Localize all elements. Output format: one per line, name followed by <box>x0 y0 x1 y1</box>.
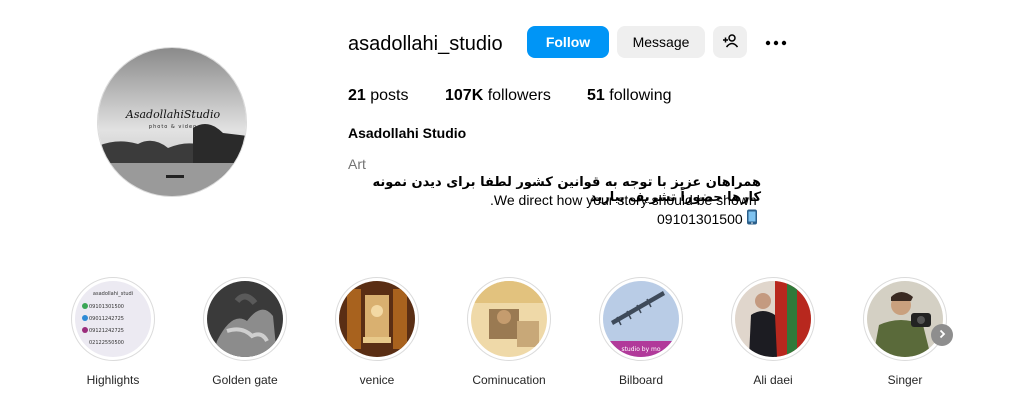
highlight-item[interactable]: venice <box>335 277 419 387</box>
bio-phone: 09101301500 <box>657 209 758 228</box>
svg-text:02122550500: 02122550500 <box>89 340 124 346</box>
highlight-label: Ali daei <box>753 373 793 387</box>
svg-text:09121242725: 09121242725 <box>89 328 124 334</box>
more-options-button[interactable] <box>764 30 788 54</box>
following-stat[interactable]: 51 following <box>587 87 672 105</box>
highlight-item[interactable]: Cominucation <box>467 277 551 387</box>
svg-text:09011242725: 09011242725 <box>89 316 124 322</box>
highlight-label: Golden gate <box>212 373 278 387</box>
highlight-thumbnail <box>467 277 551 361</box>
avatar-logo-text: AsadollahiStudio <box>125 108 221 121</box>
profile-category: Art <box>348 156 366 172</box>
chevron-right-icon <box>937 326 947 344</box>
follow-button[interactable]: Follow <box>527 26 609 58</box>
highlight-thumbnail: studio by mo <box>599 277 683 361</box>
bio-phone-number: 09101301500 <box>657 210 743 227</box>
highlight-thumbnail <box>863 277 947 361</box>
followers-count: 107K <box>445 87 484 104</box>
highlight-label: venice <box>359 373 395 387</box>
profile-avatar[interactable]: AsadollahiStudio photo & video <box>97 47 247 197</box>
bio-line-english: .We direct how your story should be show… <box>490 192 757 208</box>
svg-text:09101301500: 09101301500 <box>89 304 124 310</box>
highlight-label: Cominucation <box>472 373 546 387</box>
highlight-item[interactable]: Ali daei <box>731 277 815 387</box>
posts-label: posts <box>370 87 409 104</box>
posts-stat: 21 posts <box>348 87 409 105</box>
profile-username: asadollahi_studio <box>348 33 503 55</box>
more-options-icon <box>765 33 787 51</box>
profile-full-name: Asadollahi Studio <box>348 125 467 141</box>
suggested-users-button[interactable] <box>713 26 747 58</box>
followers-stat[interactable]: 107K followers <box>445 87 551 105</box>
highlight-label: Singer <box>887 373 923 387</box>
highlight-thumbnail <box>731 277 815 361</box>
posts-count: 21 <box>348 87 366 104</box>
svg-text:asadollahi_studi: asadollahi_studi <box>93 291 133 297</box>
highlight-item[interactable]: studio by mo Bilboard <box>599 277 683 387</box>
svg-text:studio by mo: studio by mo <box>621 346 660 353</box>
highlight-item[interactable]: Golden gate <box>203 277 287 387</box>
highlight-label: Highlights <box>86 373 140 387</box>
highlight-label: Bilboard <box>618 373 664 387</box>
mobile-phone-icon <box>746 209 758 228</box>
highlight-thumbnail <box>335 277 419 361</box>
following-count: 51 <box>587 87 605 104</box>
message-button[interactable]: Message <box>617 26 705 58</box>
avatar-logo-subtext: photo & video <box>149 124 197 130</box>
highlight-thumbnail <box>203 277 287 361</box>
highlight-thumbnail: asadollahi_studi 09101301500 09011242725… <box>71 277 155 361</box>
person-plus-icon <box>722 33 739 52</box>
following-label: following <box>609 87 672 104</box>
highlight-item[interactable]: asadollahi_studi 09101301500 09011242725… <box>71 277 155 387</box>
followers-label: followers <box>487 87 551 104</box>
highlights-next-button[interactable] <box>931 324 953 346</box>
